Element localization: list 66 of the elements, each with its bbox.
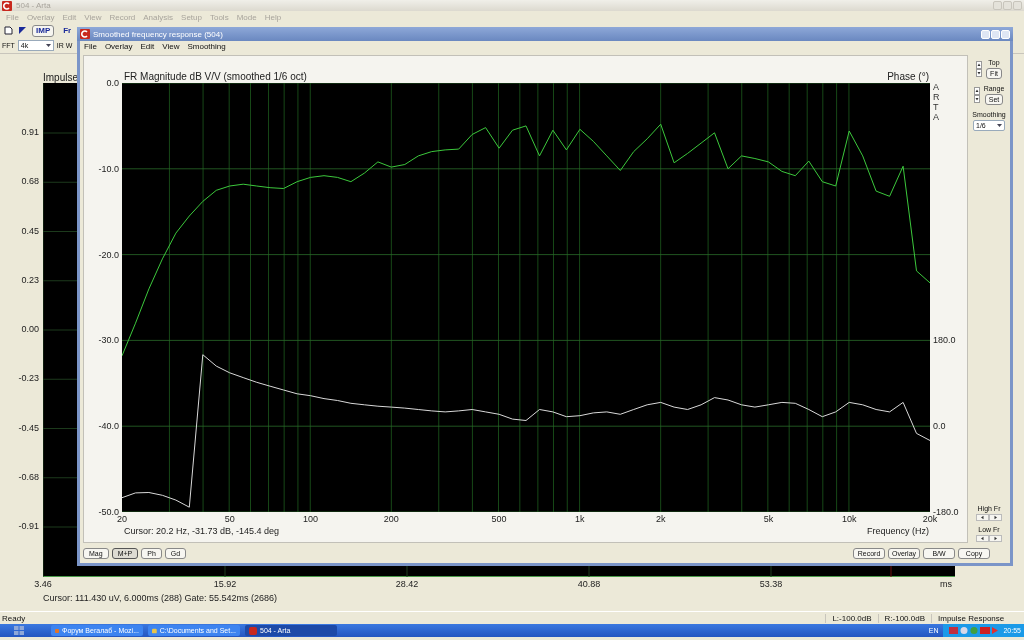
axis-label: 28.42 xyxy=(394,579,420,589)
toolbar-button[interactable]: IMP xyxy=(32,24,55,37)
axis-label: -0.45 xyxy=(18,422,39,433)
axis-label: 0.45 xyxy=(21,225,39,236)
toolbar-button[interactable]: Fr xyxy=(59,24,76,37)
axis-label: 20k xyxy=(922,514,938,524)
axis-label: 100 xyxy=(303,514,319,524)
axis-label: 2k xyxy=(655,514,666,524)
axis-label: 5k xyxy=(763,514,774,524)
axis-label: -0.91 xyxy=(18,521,39,531)
axis-title: Frequency (Hz) xyxy=(867,526,929,538)
axis-label: -10.0 xyxy=(98,163,119,174)
flag-icon[interactable] xyxy=(18,26,27,35)
menu-item[interactable]: Smoothing xyxy=(183,42,230,51)
level-readout: L:-100.0dB xyxy=(825,613,878,623)
axis-label: 3.46 xyxy=(33,579,53,589)
app-icon xyxy=(249,626,257,635)
logo-text: ARTA xyxy=(933,83,941,123)
tray-icons-drawing[interactable] xyxy=(949,626,1000,635)
status-text: Ready xyxy=(1,613,27,623)
caret-icon xyxy=(997,124,1002,127)
axis-label: -20.0 xyxy=(98,249,119,260)
axis-label: 53.38 xyxy=(758,579,784,589)
cursor-readout: Cursor: 111.430 uV, 6.000ms (288) Gate: 55.542ms (2686) xyxy=(43,592,277,603)
axis-label: 50 xyxy=(224,514,235,524)
axis-label: 10k xyxy=(841,514,857,524)
axis-label: -30.0 xyxy=(98,335,119,346)
axis-label: 1k xyxy=(575,514,585,524)
spin-arrows-icon[interactable] xyxy=(976,61,983,77)
window-title: Smoothed frequency response (504) xyxy=(93,29,223,39)
menu-item[interactable]: Overlay xyxy=(100,42,137,51)
document-icon[interactable] xyxy=(4,26,13,35)
axis-label: -0.68 xyxy=(18,471,39,482)
app-logo-icon xyxy=(2,0,12,11)
axis-label: 0.91 xyxy=(21,127,39,137)
axis-label: 0.00 xyxy=(21,324,39,334)
windows-flag-icon[interactable] xyxy=(14,626,24,635)
axis-label: 200 xyxy=(383,514,399,524)
arrow-buttons-icon[interactable] xyxy=(976,514,1002,521)
level-readout: R:-100.0dB xyxy=(877,613,931,623)
spin-arrows-icon[interactable] xyxy=(973,87,980,103)
app-logo-icon xyxy=(80,29,90,39)
axis-label: -0.23 xyxy=(18,373,39,384)
axis-label: 0.0 xyxy=(933,421,946,432)
menu-item[interactable]: Edit xyxy=(136,42,159,51)
axis-unit: ms xyxy=(939,579,953,589)
axis-label: 0.68 xyxy=(21,176,39,187)
axis-label: -180.0 xyxy=(933,507,959,517)
arrow-buttons-icon[interactable] xyxy=(976,535,1002,542)
app-icon xyxy=(55,626,60,635)
axis-label: 0.0 xyxy=(106,78,119,88)
axis-label: 40.88 xyxy=(576,579,602,589)
mode-text: Impulse Response xyxy=(931,613,1024,623)
cursor-readout: Cursor: 20.2 Hz, -31.73 dB, -145.4 deg xyxy=(124,526,280,538)
axis-title: Phase (°) xyxy=(887,71,929,82)
axis-label: -40.0 xyxy=(98,421,119,432)
plot-title: Impulse xyxy=(43,72,78,83)
app-icon xyxy=(152,626,157,635)
menu-item[interactable]: View xyxy=(158,42,184,51)
axis-label: 500 xyxy=(491,514,507,524)
menu-item[interactable]: File xyxy=(80,42,101,51)
caret-icon xyxy=(45,44,51,47)
axis-label: 180.0 xyxy=(933,335,956,346)
chart-title: FR Magnitude dB V/V (smoothed 1/6 oct) xyxy=(124,71,307,82)
axis-label: 15.92 xyxy=(212,579,238,589)
axis-label: 0.23 xyxy=(21,274,39,285)
